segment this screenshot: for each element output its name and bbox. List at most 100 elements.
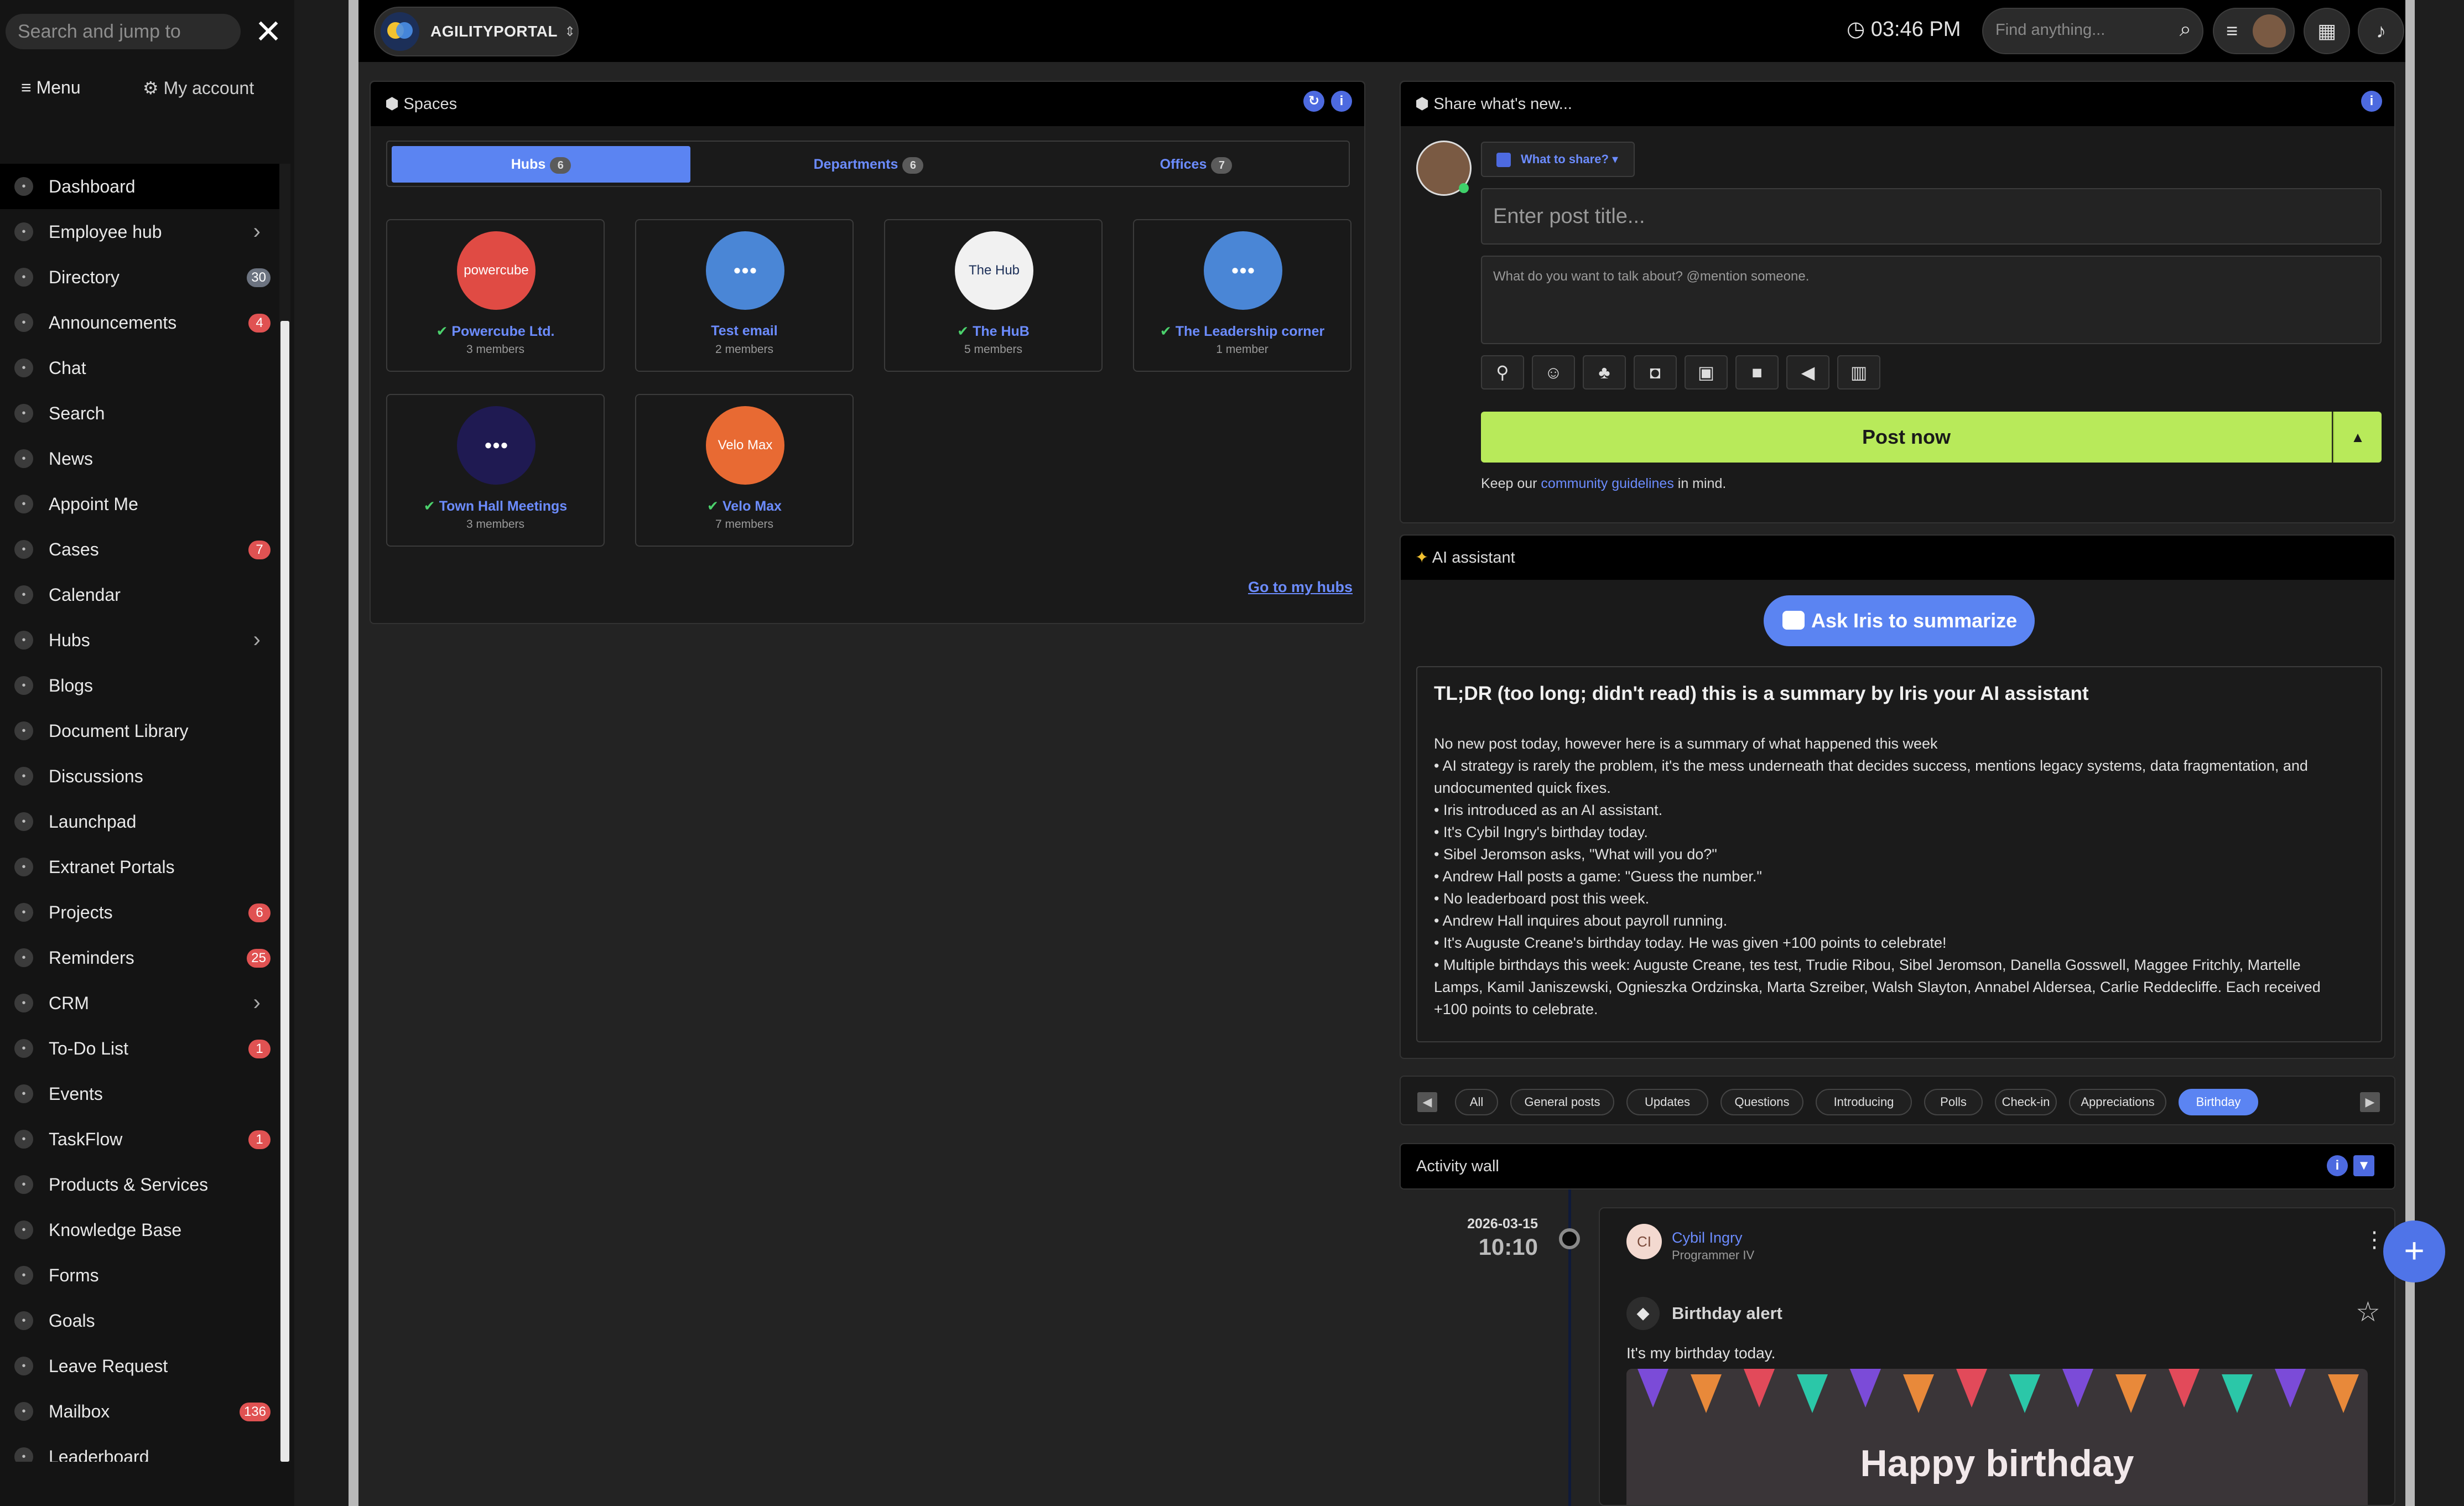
filter-chip-all[interactable]: All bbox=[1455, 1089, 1498, 1115]
sidebar-item-discussions[interactable]: • Discussions bbox=[0, 754, 279, 799]
chevron-right-icon[interactable]: › bbox=[253, 627, 261, 652]
author-name-link[interactable]: Cybil Ingry bbox=[1672, 1229, 1743, 1247]
hub-name[interactable]: ✔ The Leadership corner bbox=[1134, 323, 1350, 340]
go-to-my-hubs-link[interactable]: Go to my hubs bbox=[1248, 579, 1353, 596]
author-avatar[interactable]: CI bbox=[1626, 1224, 1662, 1259]
post-options-caret-icon[interactable]: ▲ bbox=[2333, 412, 2382, 463]
close-icon[interactable]: × bbox=[252, 9, 285, 52]
sidebar-item-news[interactable]: • News bbox=[0, 436, 279, 481]
hub-name[interactable]: ✔ Powercube Ltd. bbox=[387, 323, 604, 340]
filter-chip-check-in[interactable]: Check-in bbox=[1995, 1089, 2057, 1115]
map-icon[interactable]: ▥ bbox=[1837, 355, 1880, 390]
hub-card[interactable]: ●●● Test email 2 members bbox=[635, 219, 854, 372]
video-icon[interactable]: ■ bbox=[1735, 355, 1779, 390]
hub-card[interactable]: powercube ✔ Powercube Ltd. 3 members bbox=[386, 219, 605, 372]
sidebar-item-crm[interactable]: • CRM › bbox=[0, 980, 279, 1026]
camera-icon[interactable]: ◘ bbox=[1634, 355, 1677, 390]
hub-card[interactable]: ●●● ✔ Town Hall Meetings 3 members bbox=[386, 394, 605, 547]
scroll-right-icon[interactable]: ▶ bbox=[2360, 1092, 2380, 1112]
sidebar-item-calendar[interactable]: • Calendar bbox=[0, 572, 279, 617]
filter-chip-updates[interactable]: Updates bbox=[1626, 1089, 1708, 1115]
add-fab-button[interactable]: + bbox=[2383, 1221, 2445, 1282]
sidebar-item-projects[interactable]: • Projects 6 bbox=[0, 890, 279, 935]
filter-chip-appreciations[interactable]: Appreciations bbox=[2069, 1089, 2166, 1115]
sidebar-item-search[interactable]: • Search bbox=[0, 391, 279, 436]
user-menu-button[interactable]: ≡ bbox=[2213, 8, 2295, 54]
filter-chip-questions[interactable]: Questions bbox=[1720, 1089, 1803, 1115]
ask-iris-button[interactable]: Ask Iris to summarize bbox=[1764, 595, 2035, 646]
refresh-icon[interactable]: ↻ bbox=[1303, 91, 1324, 112]
sidebar-item-events[interactable]: • Events bbox=[0, 1071, 279, 1116]
hub-name[interactable]: ✔ Velo Max bbox=[636, 498, 852, 515]
sidebar-item-directory[interactable]: • Directory 30 bbox=[0, 255, 279, 300]
hub-name[interactable]: ✔ Town Hall Meetings bbox=[387, 498, 604, 515]
sidebar-item-reminders[interactable]: • Reminders 25 bbox=[0, 935, 279, 980]
filter-chip-birthday[interactable]: Birthday bbox=[2179, 1089, 2258, 1115]
emoji-icon[interactable]: ☺ bbox=[1532, 355, 1575, 390]
sidebar-item-cases[interactable]: • Cases 7 bbox=[0, 527, 279, 572]
sidebar-item-taskflow[interactable]: • TaskFlow 1 bbox=[0, 1116, 279, 1162]
sidebar-item-leaderboard[interactable]: • Leaderboard bbox=[0, 1434, 279, 1462]
post-body-input[interactable]: What do you want to talk about? @mention… bbox=[1481, 256, 2382, 344]
my-account-tab[interactable]: ⚙ My account bbox=[143, 77, 254, 98]
chevron-right-icon[interactable]: › bbox=[253, 219, 261, 244]
search-icon[interactable]: ⌕ bbox=[2180, 18, 2191, 41]
sidebar-item-employee-hub[interactable]: • Employee hub › bbox=[0, 209, 279, 255]
info-icon[interactable]: i bbox=[2327, 1155, 2348, 1176]
sidebar-item-leave-request[interactable]: • Leave Request bbox=[0, 1343, 279, 1389]
sidebar-scrollbar-thumb[interactable] bbox=[280, 321, 289, 1462]
hub-name[interactable]: Test email bbox=[636, 323, 852, 339]
hub-name[interactable]: ✔ The HuB bbox=[885, 323, 1101, 340]
info-icon[interactable]: i bbox=[2361, 91, 2382, 112]
scroll-left-icon[interactable]: ◀ bbox=[1417, 1092, 1437, 1112]
sidebar-item-dashboard[interactable]: • Dashboard bbox=[0, 164, 279, 209]
sidebar-item-to-do-list[interactable]: • To-Do List 1 bbox=[0, 1026, 279, 1071]
post-now-button[interactable]: Post now bbox=[1481, 412, 2332, 463]
sidebar-search-input[interactable]: Search and jump to bbox=[6, 14, 241, 49]
bell-icon[interactable]: ♪ bbox=[2358, 8, 2404, 54]
menu-tab[interactable]: ≡ Menu bbox=[21, 77, 81, 98]
chevron-right-icon[interactable]: › bbox=[253, 990, 261, 1015]
kebab-menu-icon[interactable]: ⋮ bbox=[2363, 1227, 2385, 1253]
sidebar-item-label: Discussions bbox=[49, 766, 143, 786]
sidebar-item-extranet-portals[interactable]: • Extranet Portals bbox=[0, 844, 279, 890]
info-icon[interactable]: i bbox=[1331, 91, 1352, 112]
verified-check-icon: ✔ bbox=[423, 498, 439, 514]
sidebar-item-knowledge-base[interactable]: • Knowledge Base bbox=[0, 1207, 279, 1253]
tab-hubs[interactable]: Hubs 6 bbox=[392, 146, 690, 183]
sidebar-item-goals[interactable]: • Goals bbox=[0, 1298, 279, 1343]
attach-icon[interactable]: ⚲ bbox=[1481, 355, 1524, 390]
hub-card[interactable]: The Hub ✔ The HuB 5 members bbox=[884, 219, 1103, 372]
sidebar-item-announcements[interactable]: • Announcements 4 bbox=[0, 300, 279, 345]
gutter bbox=[294, 0, 356, 1506]
image-icon[interactable]: ▣ bbox=[1685, 355, 1728, 390]
what-to-share-dropdown[interactable]: What to share? ▾ bbox=[1481, 142, 1635, 177]
megaphone-icon[interactable]: ◀ bbox=[1786, 355, 1829, 390]
filter-chip-polls[interactable]: Polls bbox=[1924, 1089, 1983, 1115]
calendar-icon[interactable]: ▦ bbox=[2304, 8, 2350, 54]
sidebar-item-chat[interactable]: • Chat bbox=[0, 345, 279, 391]
filter-chip-introducing[interactable]: Introducing bbox=[1816, 1089, 1912, 1115]
post-title-input[interactable]: Enter post title... bbox=[1481, 188, 2382, 245]
community-guidelines-link[interactable]: community guidelines bbox=[1541, 476, 1673, 491]
hub-card[interactable]: ●●● ✔ The Leadership corner 1 member bbox=[1133, 219, 1351, 372]
filter-chip-general-posts[interactable]: General posts bbox=[1510, 1089, 1614, 1115]
sidebar-item-products-services[interactable]: • Products & Services bbox=[0, 1162, 279, 1207]
sidebar-item-document-library[interactable]: • Document Library bbox=[0, 708, 279, 754]
tab-offices[interactable]: Offices 7 bbox=[1047, 146, 1345, 183]
hub-card[interactable]: Velo Max ✔ Velo Max 7 members bbox=[635, 394, 854, 547]
global-search-input[interactable]: Find anything... ⌕ bbox=[1982, 8, 2203, 54]
org-switcher[interactable]: AGILITYPORTAL ⇕ bbox=[374, 7, 579, 56]
bunting-flag bbox=[1956, 1369, 1987, 1408]
sidebar-item-blogs[interactable]: • Blogs bbox=[0, 663, 279, 708]
sidebar-item-mailbox[interactable]: • Mailbox 136 bbox=[0, 1389, 279, 1434]
gif-frog-icon[interactable]: ♣ bbox=[1583, 355, 1626, 390]
sidebar-item-label: Projects bbox=[49, 902, 113, 922]
filter-icon[interactable]: ▼ bbox=[2353, 1155, 2374, 1176]
star-icon[interactable]: ☆ bbox=[2356, 1296, 2380, 1328]
sidebar-item-launchpad[interactable]: • Launchpad bbox=[0, 799, 279, 844]
sidebar-item-hubs[interactable]: • Hubs › bbox=[0, 617, 279, 663]
sidebar-item-forms[interactable]: • Forms bbox=[0, 1253, 279, 1298]
tab-departments[interactable]: Departments 6 bbox=[719, 146, 1018, 183]
sidebar-item-appoint-me[interactable]: • Appoint Me bbox=[0, 481, 279, 527]
